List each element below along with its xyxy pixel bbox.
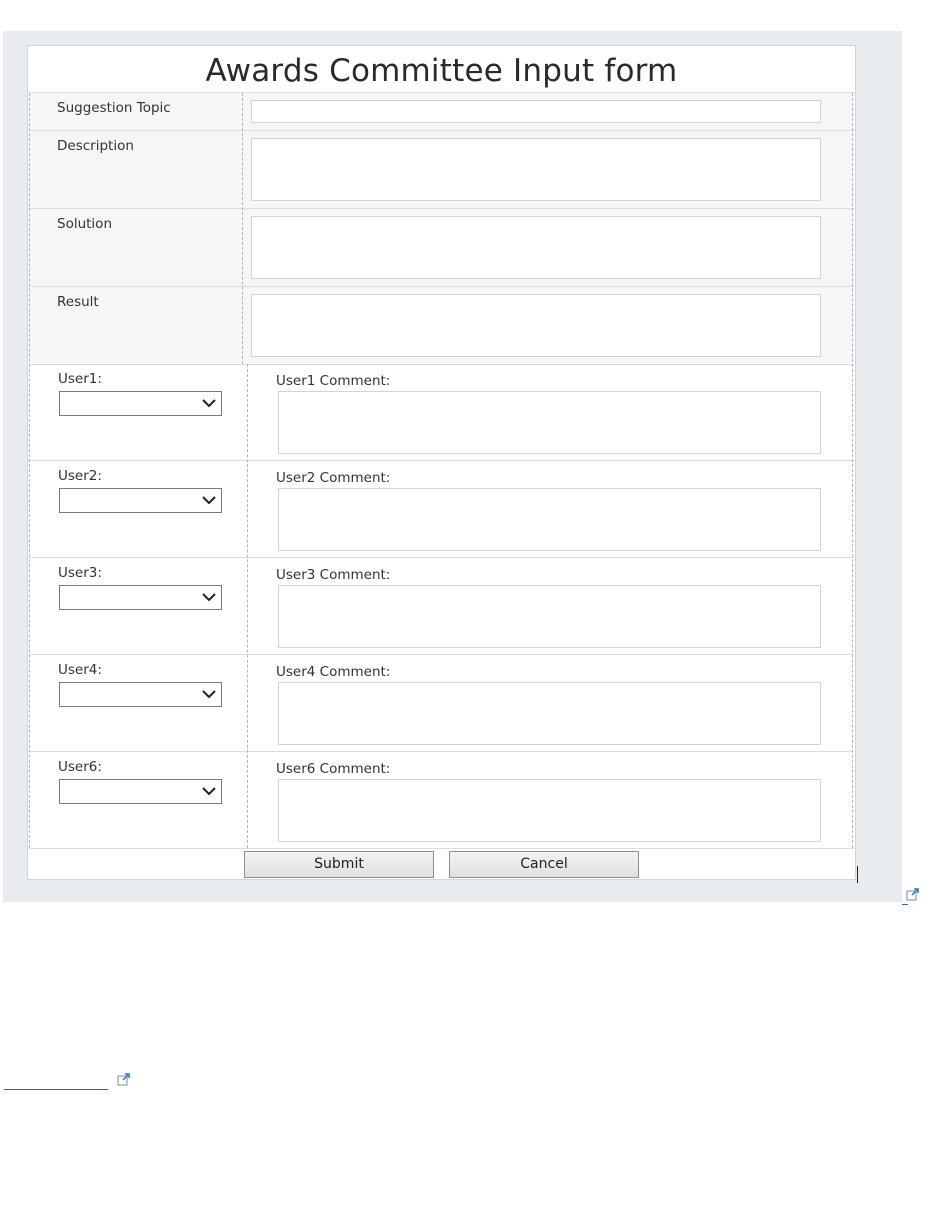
form-title: Awards Committee Input form [205, 53, 678, 89]
user3-label: User3: [58, 565, 102, 581]
column-divider [242, 93, 243, 364]
row-divider [29, 208, 854, 209]
chevron-down-icon [202, 787, 216, 796]
user4-comment-label: User4 Comment: [276, 664, 391, 680]
user2-comment-textarea[interactable] [278, 488, 821, 551]
row-divider [29, 848, 854, 849]
row-divider [29, 654, 854, 655]
user3-comment-label: User3 Comment: [276, 567, 391, 583]
row-divider [29, 557, 854, 558]
description-textarea[interactable] [251, 138, 821, 201]
user1-comment-textarea[interactable] [278, 391, 821, 454]
result-textarea[interactable] [251, 294, 821, 357]
link-underline[interactable] [4, 1089, 108, 1090]
user2-comment-label: User2 Comment: [276, 470, 391, 486]
result-label: Result [57, 294, 99, 310]
chevron-down-icon [202, 399, 216, 408]
suggestion-topic-input[interactable] [251, 100, 821, 123]
external-link-icon[interactable] [117, 1072, 131, 1086]
submit-button[interactable]: Submit [244, 851, 434, 878]
row-divider [29, 286, 854, 287]
user1-label: User1: [58, 371, 102, 387]
user2-label: User2: [58, 468, 102, 484]
left-border [29, 93, 30, 848]
user4-comment-textarea[interactable] [278, 682, 821, 745]
user3-select[interactable] [59, 585, 222, 610]
suggestion-topic-label: Suggestion Topic [57, 100, 171, 116]
user4-select[interactable] [59, 682, 222, 707]
user2-select[interactable] [59, 488, 222, 513]
row-divider [29, 130, 854, 131]
solution-label: Solution [57, 216, 112, 232]
row-divider [29, 92, 854, 93]
column-divider [247, 364, 248, 848]
user6-label: User6: [58, 759, 102, 775]
chevron-down-icon [202, 690, 216, 699]
link-underline[interactable] [902, 904, 908, 905]
text-cursor [857, 866, 858, 883]
chevron-down-icon [202, 593, 216, 602]
cancel-button[interactable]: Cancel [449, 851, 639, 878]
user6-select[interactable] [59, 779, 222, 804]
user6-comment-label: User6 Comment: [276, 761, 391, 777]
row-divider [29, 460, 854, 461]
description-label: Description [57, 138, 134, 154]
user4-label: User4: [58, 662, 102, 678]
user6-comment-textarea[interactable] [278, 779, 821, 842]
user1-select[interactable] [59, 391, 222, 416]
solution-textarea[interactable] [251, 216, 821, 279]
user1-comment-label: User1 Comment: [276, 373, 391, 389]
external-link-icon[interactable] [906, 887, 920, 901]
right-border [852, 93, 853, 848]
user3-comment-textarea[interactable] [278, 585, 821, 648]
chevron-down-icon [202, 496, 216, 505]
row-divider [29, 364, 854, 365]
row-divider [29, 751, 854, 752]
